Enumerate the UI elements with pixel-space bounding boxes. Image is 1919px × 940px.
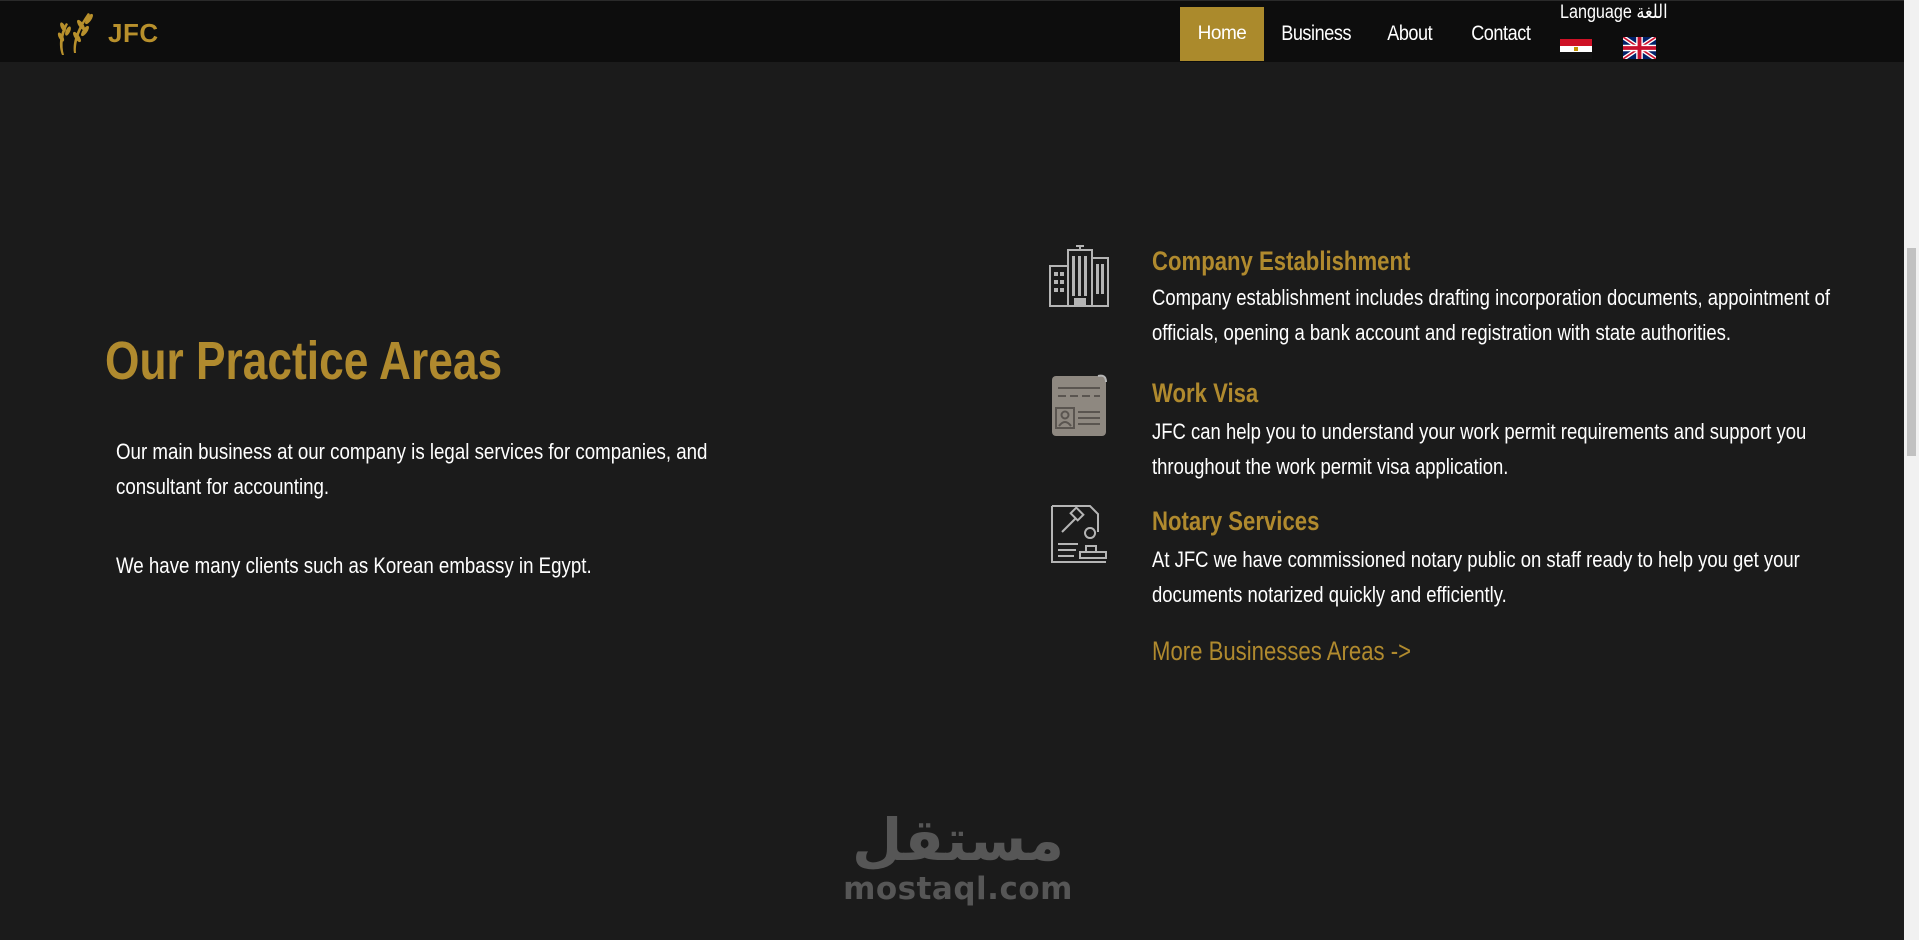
page-scrollbar[interactable] (1904, 0, 1919, 940)
flag-group (1560, 37, 1680, 61)
id-document-icon (1052, 374, 1107, 436)
service-title: Company Establishment (1152, 246, 1411, 276)
intro-text: Our main business at our company is lega… (116, 439, 708, 499)
nav-business[interactable]: Business (1264, 7, 1355, 61)
service-description: JFC can help you to understand your work… (1152, 419, 1807, 479)
nav-about[interactable]: About (1370, 7, 1442, 61)
notary-stamp-icon (1051, 505, 1107, 563)
more-businesses-link[interactable]: More Businesses Areas -> (1152, 636, 1411, 667)
watermark-arabic: مستقل (851, 806, 1065, 874)
service-description: At JFC we have commissioned notary publi… (1152, 547, 1800, 607)
service-title: Work Visa (1152, 378, 1259, 408)
page-title: Our Practice Areas (105, 331, 503, 391)
nav-home[interactable]: Home (1180, 7, 1264, 61)
building-icon (1049, 245, 1109, 307)
mostaql-watermark: مستقل mostaql.com (838, 808, 1078, 918)
scrollbar-thumb[interactable] (1907, 248, 1916, 456)
top-navbar: JFC Home Business About Contact Language… (0, 0, 1904, 62)
nav-contact[interactable]: Contact (1454, 7, 1537, 61)
service-description: Company establishment includes drafting … (1152, 285, 1830, 345)
watermark-latin: mostaql.com (843, 871, 1073, 907)
language-switcher: Language اللغة (1560, 1, 1680, 59)
wheat-logo-icon (57, 13, 93, 55)
egypt-flag-icon[interactable] (1560, 39, 1592, 59)
logo-text: JFC (108, 17, 159, 48)
language-label: Language اللغة (1560, 2, 1668, 23)
clients-text: We have many clients such as Korean emba… (116, 553, 592, 578)
service-title: Notary Services (1152, 506, 1320, 536)
uk-flag-icon[interactable] (1623, 37, 1656, 59)
logo[interactable]: JFC (52, 7, 159, 59)
main-nav: Home Business About Contact (1180, 7, 1550, 61)
